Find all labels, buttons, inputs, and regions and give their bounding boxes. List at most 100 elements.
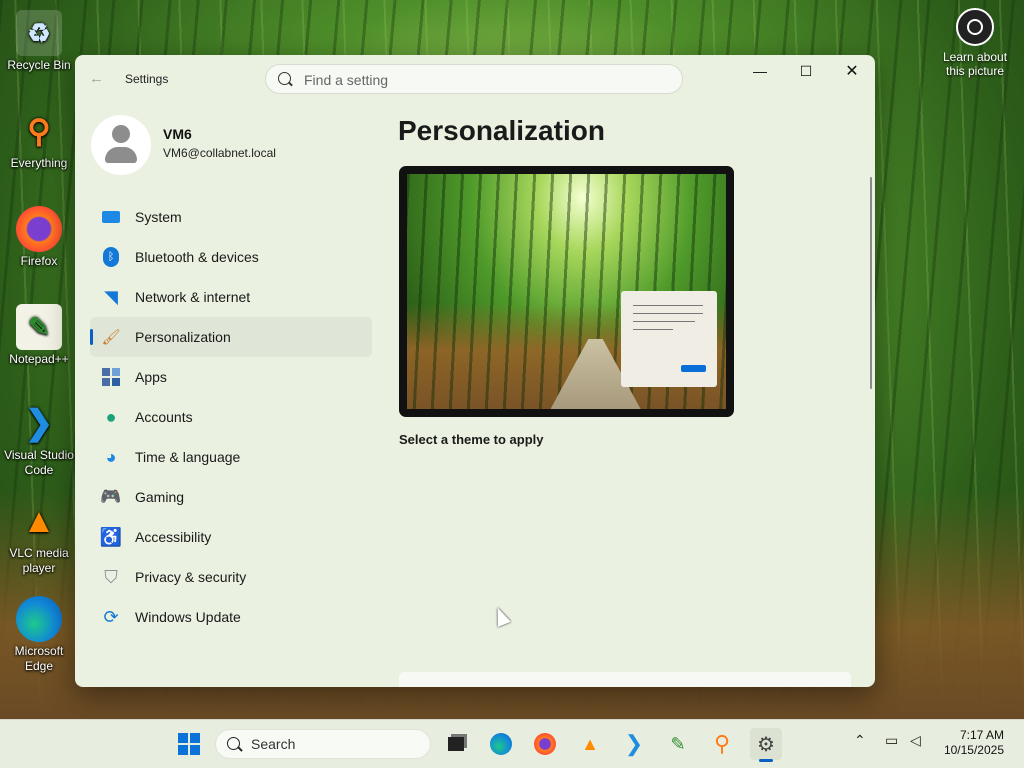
shield-icon: ⛉	[104, 566, 118, 587]
avatar	[91, 115, 151, 175]
notepadpp-icon: ✎	[16, 304, 62, 350]
desktop-icon-label: Visual Studio	[4, 448, 74, 462]
learn-about-picture[interactable]: Learn about this picture	[934, 8, 1016, 78]
sidebar-item-label: Privacy & security	[135, 569, 247, 585]
sidebar-item-privacy[interactable]: ⛉ Privacy & security	[90, 557, 372, 597]
search-icon	[278, 72, 291, 85]
settings-search-input[interactable]: Find a setting	[265, 64, 683, 94]
sidebar-item-bluetooth[interactable]: ᛒ Bluetooth & devices	[90, 237, 372, 277]
vscode-taskbar-icon[interactable]: ❯	[618, 728, 650, 760]
network-tray-icon[interactable]: ▭	[885, 732, 898, 749]
sidebar-item-accounts[interactable]: ● Accounts	[90, 397, 372, 437]
chevron-up-icon[interactable]: ⌃	[854, 732, 866, 749]
scrollbar[interactable]	[870, 177, 872, 389]
sidebar-item-label: System	[135, 209, 182, 225]
sidebar-item-label: Personalization	[135, 329, 231, 345]
vlc-taskbar-icon[interactable]: ▲	[574, 728, 606, 760]
edge-taskbar-icon[interactable]	[485, 728, 517, 760]
accessibility-icon: ♿	[99, 526, 123, 547]
profile-name: VM6	[163, 126, 192, 142]
maximize-button[interactable]: ☐	[783, 55, 829, 87]
minimize-button[interactable]: —	[737, 55, 783, 87]
edge-icon	[16, 596, 62, 642]
desktop-icon-label: Microsoft	[14, 644, 64, 658]
firefox-taskbar-icon[interactable]	[529, 728, 561, 760]
sidebar-item-apps[interactable]: Apps	[90, 357, 372, 397]
search-placeholder: Find a setting	[304, 72, 389, 88]
sidebar-item-accessibility[interactable]: ♿ Accessibility	[90, 517, 372, 557]
camera-icon	[956, 8, 994, 46]
clock-date: 10/15/2025	[943, 743, 1004, 757]
task-view-icon[interactable]	[440, 728, 472, 760]
sidebar-item-label: Accessibility	[135, 529, 212, 545]
sidebar-item-windows-update[interactable]: ⟳ Windows Update	[90, 597, 372, 637]
sidebar-item-label: Bluetooth & devices	[135, 249, 259, 265]
desktop-icon-label: Notepad++	[9, 352, 69, 366]
theme-card[interactable]	[399, 672, 851, 687]
desktop-icon-vlc[interactable]: ▲ VLC media player	[4, 498, 74, 576]
notepadpp-taskbar-icon[interactable]: ✎	[662, 728, 694, 760]
sidebar-item-system[interactable]: System	[90, 197, 372, 237]
clock-time: 7:17 AM	[959, 728, 1004, 742]
vscode-icon: ❯	[24, 403, 54, 442]
sidebar-item-label: Gaming	[135, 489, 185, 505]
desktop-icon-notepadpp[interactable]: ✎ Notepad++	[4, 304, 74, 367]
taskbar-search-placeholder: Search	[251, 736, 296, 752]
sidebar-item-label: Network & internet	[135, 289, 251, 305]
sidebar-item-gaming[interactable]: 🎮 Gaming	[90, 477, 372, 517]
learn-label: this picture	[945, 64, 1005, 78]
sidebar-nav: System ᛒ Bluetooth & devices ◥ Network &…	[90, 197, 372, 637]
vlc-cone-icon: ▲	[22, 501, 56, 540]
sidebar-item-label: Apps	[135, 369, 167, 385]
preview-sample-button	[681, 365, 706, 372]
learn-label: Learn about	[942, 50, 1008, 64]
desktop-icon-label: VLC media	[9, 546, 69, 560]
back-arrow-icon[interactable]: ←	[89, 70, 104, 87]
sidebar-item-label: Time & language	[135, 449, 241, 465]
theme-preview	[399, 166, 734, 417]
user-profile[interactable]: VM6 VM6@collabnet.local	[91, 115, 276, 175]
system-clock[interactable]: 7:17 AM 10/15/2025	[944, 728, 1004, 758]
recycle-bin-icon: ♻	[16, 10, 62, 56]
preview-sample-window	[621, 291, 717, 387]
page-title: Personalization	[398, 115, 605, 146]
sidebar-item-time-language[interactable]: ◕ Time & language	[90, 437, 372, 477]
search-icon	[227, 737, 240, 750]
taskbar-search-input[interactable]: Search	[215, 729, 431, 759]
preview-wallpaper	[407, 174, 726, 409]
desktop-icon-label: Recycle Bin	[7, 58, 71, 72]
close-button[interactable]: ✕	[829, 55, 875, 87]
sidebar-item-label: Windows Update	[135, 609, 241, 625]
desktop-icon-label: Code	[24, 463, 54, 477]
brush-icon: 🖌	[101, 329, 121, 346]
desktop-icon-firefox[interactable]: Firefox	[4, 206, 74, 269]
desktop-icon-label: Edge	[24, 659, 54, 673]
wifi-icon: ◥	[104, 286, 118, 307]
app-title: Settings	[125, 72, 169, 86]
desktop-icon-label: player	[22, 561, 56, 575]
settings-window: ← Settings Find a setting — ☐ ✕ VM6 VM6@…	[75, 55, 875, 687]
desktop-icon-label: Everything	[10, 156, 68, 170]
settings-taskbar-icon[interactable]: ⚙	[750, 728, 782, 762]
taskbar: Search ▲ ❯ ✎ ⚲ ⚙ ⌃ ▭ ◁ 7:17 AM 10/15/202…	[0, 719, 1024, 768]
everything-taskbar-icon[interactable]: ⚲	[706, 728, 738, 760]
magnifier-icon: ⚲	[27, 112, 51, 149]
sidebar-item-network[interactable]: ◥ Network & internet	[90, 277, 372, 317]
update-icon: ⟳	[103, 606, 119, 627]
firefox-icon	[16, 206, 62, 252]
profile-email: VM6@collabnet.local	[163, 146, 276, 160]
start-button[interactable]	[178, 733, 200, 755]
bluetooth-icon: ᛒ	[101, 247, 121, 267]
desktop-icon-everything[interactable]: ⚲ Everything	[4, 108, 74, 171]
desktop-icon-edge[interactable]: Microsoft Edge	[4, 596, 74, 674]
gamepad-icon: 🎮	[100, 487, 122, 506]
system-icon	[101, 207, 121, 227]
desktop-icon-vscode[interactable]: ❯ Visual Studio Code	[4, 400, 74, 478]
title-bar: ← Settings Find a setting — ☐ ✕	[75, 55, 875, 103]
desktop-icon-recycle-bin[interactable]: ♻ Recycle Bin	[4, 10, 74, 73]
apps-icon	[101, 367, 121, 387]
sidebar-item-personalization[interactable]: 🖌 Personalization	[90, 317, 372, 357]
accounts-icon: ●	[105, 406, 117, 427]
volume-tray-icon[interactable]: ◁	[910, 732, 921, 749]
theme-prompt: Select a theme to apply	[399, 432, 544, 447]
